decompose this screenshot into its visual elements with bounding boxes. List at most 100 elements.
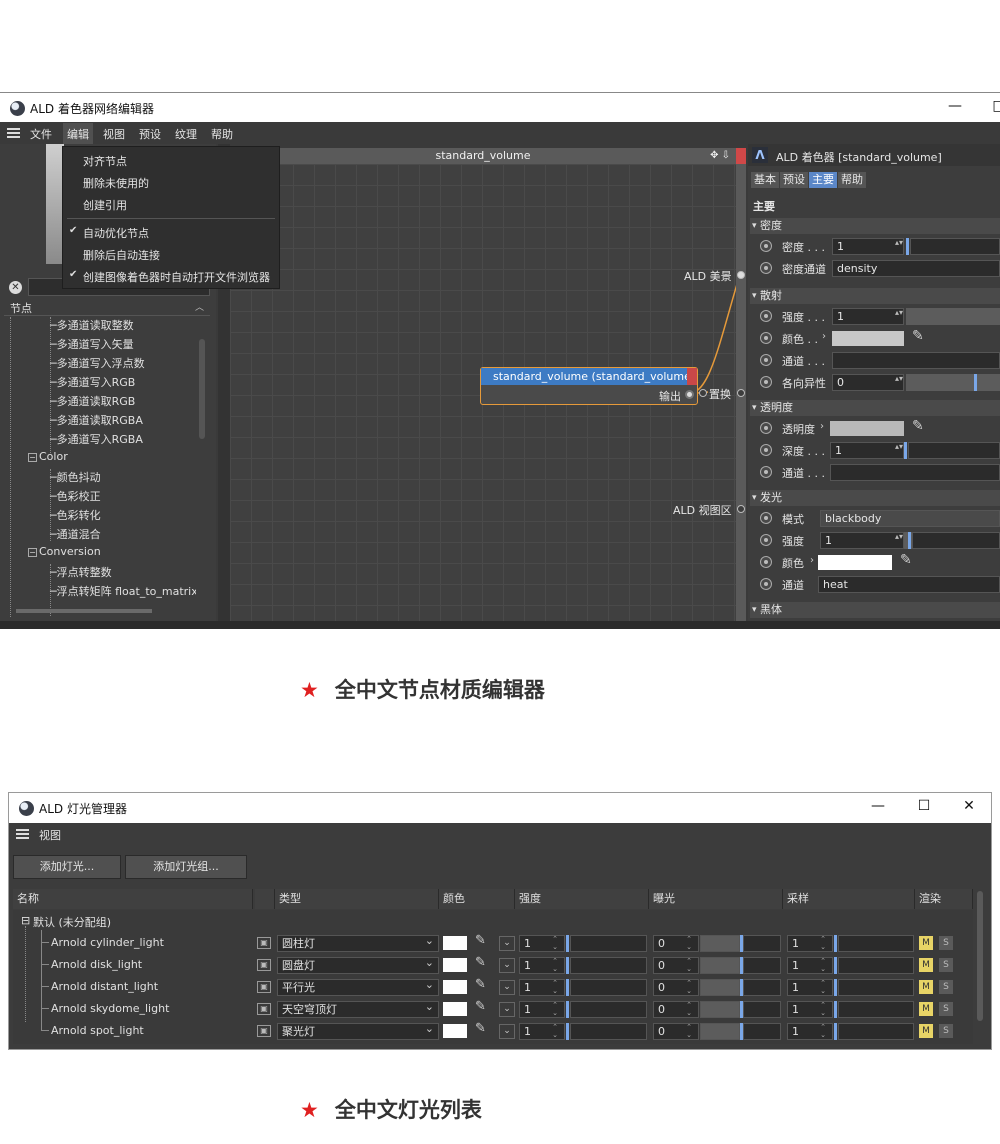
move-pin-icon[interactable]: ✥ ⇩ [710, 148, 730, 164]
samples-slider-knob[interactable] [834, 957, 837, 974]
menu-item-create-reference[interactable]: 创建引用 [83, 197, 127, 213]
color-dropdown-icon[interactable]: ⌄ [499, 1002, 515, 1017]
port-connector[interactable] [737, 505, 745, 513]
keyframe-radio[interactable] [760, 240, 772, 252]
intensity-slider[interactable] [570, 935, 647, 952]
keyframe-radio[interactable] [760, 422, 772, 434]
keyframe-radio[interactable] [760, 578, 772, 590]
exposure-slider[interactable] [743, 957, 781, 974]
transparency-color-swatch[interactable] [830, 421, 904, 436]
tree-item[interactable]: ─多通道写入浮点数 [50, 355, 145, 374]
tree-item[interactable]: ─色彩转化 [50, 507, 101, 526]
samples-input[interactable]: 1 [787, 1001, 833, 1018]
samples-input[interactable]: 1 [787, 979, 833, 996]
samples-slider-knob[interactable] [834, 1001, 837, 1018]
light-row[interactable]: Arnold skydome_light ▣ 天空穹顶灯 ✎ ⌄ 1 0 1 M… [13, 998, 973, 1020]
solo-button[interactable]: S [939, 980, 953, 994]
light-row[interactable]: Arnold distant_light ▣ 平行光 ✎ ⌄ 1 0 1 M S [13, 976, 973, 998]
color-dropdown-icon[interactable]: ⌄ [499, 1024, 515, 1039]
transparency-channel-input[interactable] [830, 464, 1000, 481]
light-name[interactable]: Arnold cylinder_light [51, 936, 164, 949]
intensity-slider-knob[interactable] [566, 935, 569, 952]
intensity-input[interactable]: 1 [519, 1001, 565, 1018]
density-channel-input[interactable]: density [832, 260, 1000, 277]
camera-icon[interactable]: ▣ [257, 1003, 271, 1015]
light-type-select[interactable]: 聚光灯 [277, 1021, 439, 1040]
exposure-input[interactable]: 0 [653, 935, 699, 952]
tree-item[interactable]: ─多通道写入矢量 [50, 336, 134, 355]
menu-presets[interactable]: 预设 [139, 126, 161, 142]
camera-icon[interactable]: ▣ [257, 981, 271, 993]
intensity-slider[interactable] [570, 957, 647, 974]
menu-item-delete-unused[interactable]: 删除未使用的 [83, 175, 149, 191]
samples-slider[interactable] [838, 935, 914, 952]
density-slider-knob[interactable] [906, 238, 909, 255]
menu-view[interactable]: 视图 [39, 827, 61, 843]
tree-item[interactable]: ─颜色抖动 [50, 469, 101, 488]
density-value-input[interactable]: 1 [832, 238, 904, 255]
anisotropy-slider-knob[interactable] [974, 374, 977, 391]
exposure-slider[interactable] [743, 935, 781, 952]
eyedropper-icon[interactable]: ✎ [475, 955, 486, 970]
light-color-swatch[interactable] [443, 980, 467, 994]
maximize-icon[interactable]: □ [984, 98, 1000, 114]
node-title[interactable]: standard_volume (standard_volume) [481, 368, 697, 385]
intensity-input[interactable]: 1 [519, 935, 565, 952]
minimize-icon[interactable]: — [940, 98, 970, 114]
hamburger-menu-icon[interactable] [7, 128, 20, 138]
camera-icon[interactable]: ▣ [257, 937, 271, 949]
menu-item-auto-optimize[interactable]: 自动优化节点 [83, 225, 149, 241]
depth-slider[interactable] [908, 442, 1000, 459]
group-scatter[interactable]: 散射 [750, 288, 1000, 304]
tab-presets[interactable]: 预设 [780, 172, 808, 188]
tree-item[interactable]: ─多通道读取RGBA [50, 412, 143, 431]
samples-slider[interactable] [838, 1001, 914, 1018]
samples-slider-knob[interactable] [834, 935, 837, 952]
eyedropper-icon[interactable]: ✎ [900, 552, 912, 568]
samples-slider[interactable] [838, 1023, 914, 1040]
keyframe-radio[interactable] [760, 466, 772, 478]
add-light-button[interactable]: 添加灯光... [13, 855, 121, 879]
samples-slider[interactable] [838, 979, 914, 996]
samples-slider[interactable] [838, 957, 914, 974]
eyedropper-icon[interactable]: ✎ [475, 1021, 486, 1036]
depth-input[interactable]: 1 [830, 442, 904, 459]
eyedropper-icon[interactable]: ✎ [912, 328, 924, 344]
intensity-slider[interactable] [570, 979, 647, 996]
scatter-intensity-slider[interactable] [906, 308, 1000, 325]
light-type-select[interactable]: 圆柱灯 [277, 933, 439, 952]
column-samples[interactable]: 采样 [783, 889, 915, 909]
port-connector[interactable] [737, 389, 745, 397]
menu-item-align-nodes[interactable]: 对齐节点 [83, 153, 127, 169]
light-type-select[interactable]: 天空穹顶灯 [277, 999, 439, 1018]
anisotropy-input[interactable]: 0 [832, 374, 904, 391]
light-type-select[interactable]: 圆盘灯 [277, 955, 439, 974]
keyframe-radio[interactable] [760, 512, 772, 524]
tree-header[interactable]: 节点 ︿ [4, 300, 210, 316]
column-intensity[interactable]: 强度 [515, 889, 649, 909]
exposure-slider[interactable] [743, 1001, 781, 1018]
exposure-slider[interactable] [743, 979, 781, 996]
light-type-select[interactable]: 平行光 [277, 977, 439, 996]
exposure-input[interactable]: 0 [653, 979, 699, 996]
intensity-slider-knob[interactable] [566, 957, 569, 974]
depth-slider-knob[interactable] [904, 442, 907, 459]
light-name[interactable]: Arnold skydome_light [51, 1002, 169, 1015]
tree-item[interactable]: ─浮点转整数 [50, 564, 112, 583]
mute-button[interactable]: M [919, 936, 933, 950]
color-dropdown-icon[interactable]: ⌄ [499, 936, 515, 951]
emission-channel-input[interactable]: heat [818, 576, 1000, 593]
solo-button[interactable]: S [939, 958, 953, 972]
keyframe-radio[interactable] [760, 310, 772, 322]
tab-help[interactable]: 帮助 [838, 172, 866, 188]
group-emission[interactable]: 发光 [750, 490, 1000, 506]
port-connector[interactable] [699, 389, 707, 397]
tree-item[interactable]: ─多通道读取整数 [50, 317, 134, 336]
hamburger-menu-icon[interactable] [16, 829, 29, 839]
emission-intensity-input[interactable]: 1 [820, 532, 904, 549]
mute-button[interactable]: M [919, 980, 933, 994]
light-color-swatch[interactable] [443, 1024, 467, 1038]
exposure-input[interactable]: 0 [653, 957, 699, 974]
density-slider[interactable] [910, 238, 1000, 255]
tab-main[interactable]: 主要 [809, 172, 837, 188]
